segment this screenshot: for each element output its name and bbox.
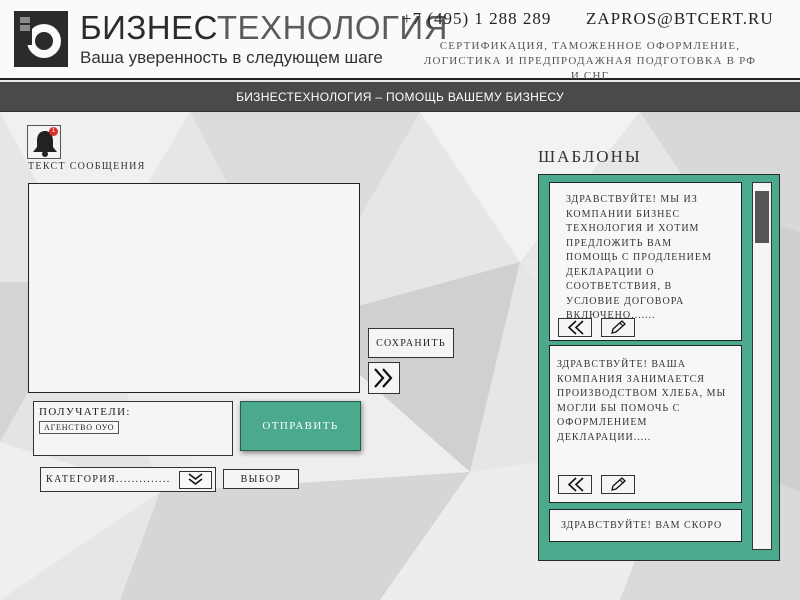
recipients-box[interactable]: ПОЛУЧАТЕЛИ: АГЕНСТВО ОУО — [33, 401, 233, 456]
services-line-1: сертификация, таможенное оформление, — [439, 40, 741, 52]
save-button[interactable]: СОХРАНИТЬ — [368, 328, 454, 358]
template-text: Здравствуйте! Вам скоро — [561, 520, 723, 531]
templates-panel: Здравствуйте! Мы из компании Бизнес Техн… — [538, 174, 780, 561]
templates-title: ШАБЛОНЫ — [538, 147, 642, 166]
logo-icon — [14, 11, 68, 67]
services-line-2: логистика и предпродажная подготовка в р… — [423, 55, 757, 82]
brand-name: БИЗНЕСТЕХНОЛОГИЯ — [80, 10, 448, 46]
template-text: Здравствуйте! Ваша компания занимается п… — [557, 359, 727, 443]
category-label: КАТЕГОРИЯ.............. — [46, 474, 171, 485]
double-chevron-left-icon — [567, 320, 584, 335]
notification-badge: 1 — [49, 127, 58, 136]
template-text: Здравствуйте! Мы из компании Бизнес Техн… — [566, 194, 712, 321]
double-chevron-left-icon — [567, 477, 584, 492]
phone-number[interactable]: +7 (495) 1 288 289 — [402, 9, 551, 29]
insert-template-button[interactable] — [558, 318, 592, 337]
slogan: Ваша уверенность в следующем шаге — [80, 48, 383, 67]
template-card[interactable]: Здравствуйте! Мы из компании Бизнес Техн… — [549, 182, 742, 341]
pencil-icon — [611, 320, 626, 334]
double-chevron-right-icon — [374, 368, 393, 388]
nav-bar: БИЗНЕСТЕХНОЛОГИЯ – ПОМОЩЬ ВАШЕМУ БИЗНЕСУ — [0, 82, 800, 112]
notifications-button[interactable]: 1 — [27, 125, 61, 159]
choose-button[interactable]: ВЫБОР — [223, 469, 299, 489]
edit-template-button[interactable] — [601, 475, 635, 494]
recipients-label: ПОЛУЧАТЕЛИ: — [39, 406, 131, 418]
edit-template-button[interactable] — [601, 318, 635, 337]
message-textarea[interactable] — [28, 183, 360, 393]
email-link[interactable]: ZAPROS@BTCERT.RU — [586, 9, 774, 29]
send-button[interactable]: ОТПРАВИТЬ — [240, 401, 361, 451]
category-select[interactable]: КАТЕГОРИЯ.............. — [40, 467, 216, 492]
forward-button[interactable] — [368, 362, 400, 394]
recipient-chip[interactable]: АГЕНСТВО ОУО — [39, 421, 120, 434]
templates-scrollbar[interactable] — [752, 182, 772, 550]
pencil-icon — [611, 477, 626, 491]
template-card[interactable]: Здравствуйте! Вам скоро — [549, 509, 742, 542]
template-card[interactable]: Здравствуйте! Ваша компания занимается п… — [549, 345, 742, 503]
message-label: ТЕКСТ СООБЩЕНИЯ — [28, 161, 146, 172]
double-chevron-down-icon — [188, 473, 203, 486]
insert-template-button[interactable] — [558, 475, 592, 494]
category-dropdown-button[interactable] — [179, 471, 212, 489]
site-header: БИЗНЕСТЕХНОЛОГИЯ Ваша уверенность в след… — [0, 0, 800, 82]
nav-title: БИЗНЕСТЕХНОЛОГИЯ – ПОМОЩЬ ВАШЕМУ БИЗНЕСУ — [236, 89, 564, 104]
brand-part-1: БИЗНЕС — [80, 9, 217, 46]
services-description: сертификация, таможенное оформление, лог… — [420, 39, 760, 84]
scrollbar-thumb[interactable] — [755, 191, 769, 243]
